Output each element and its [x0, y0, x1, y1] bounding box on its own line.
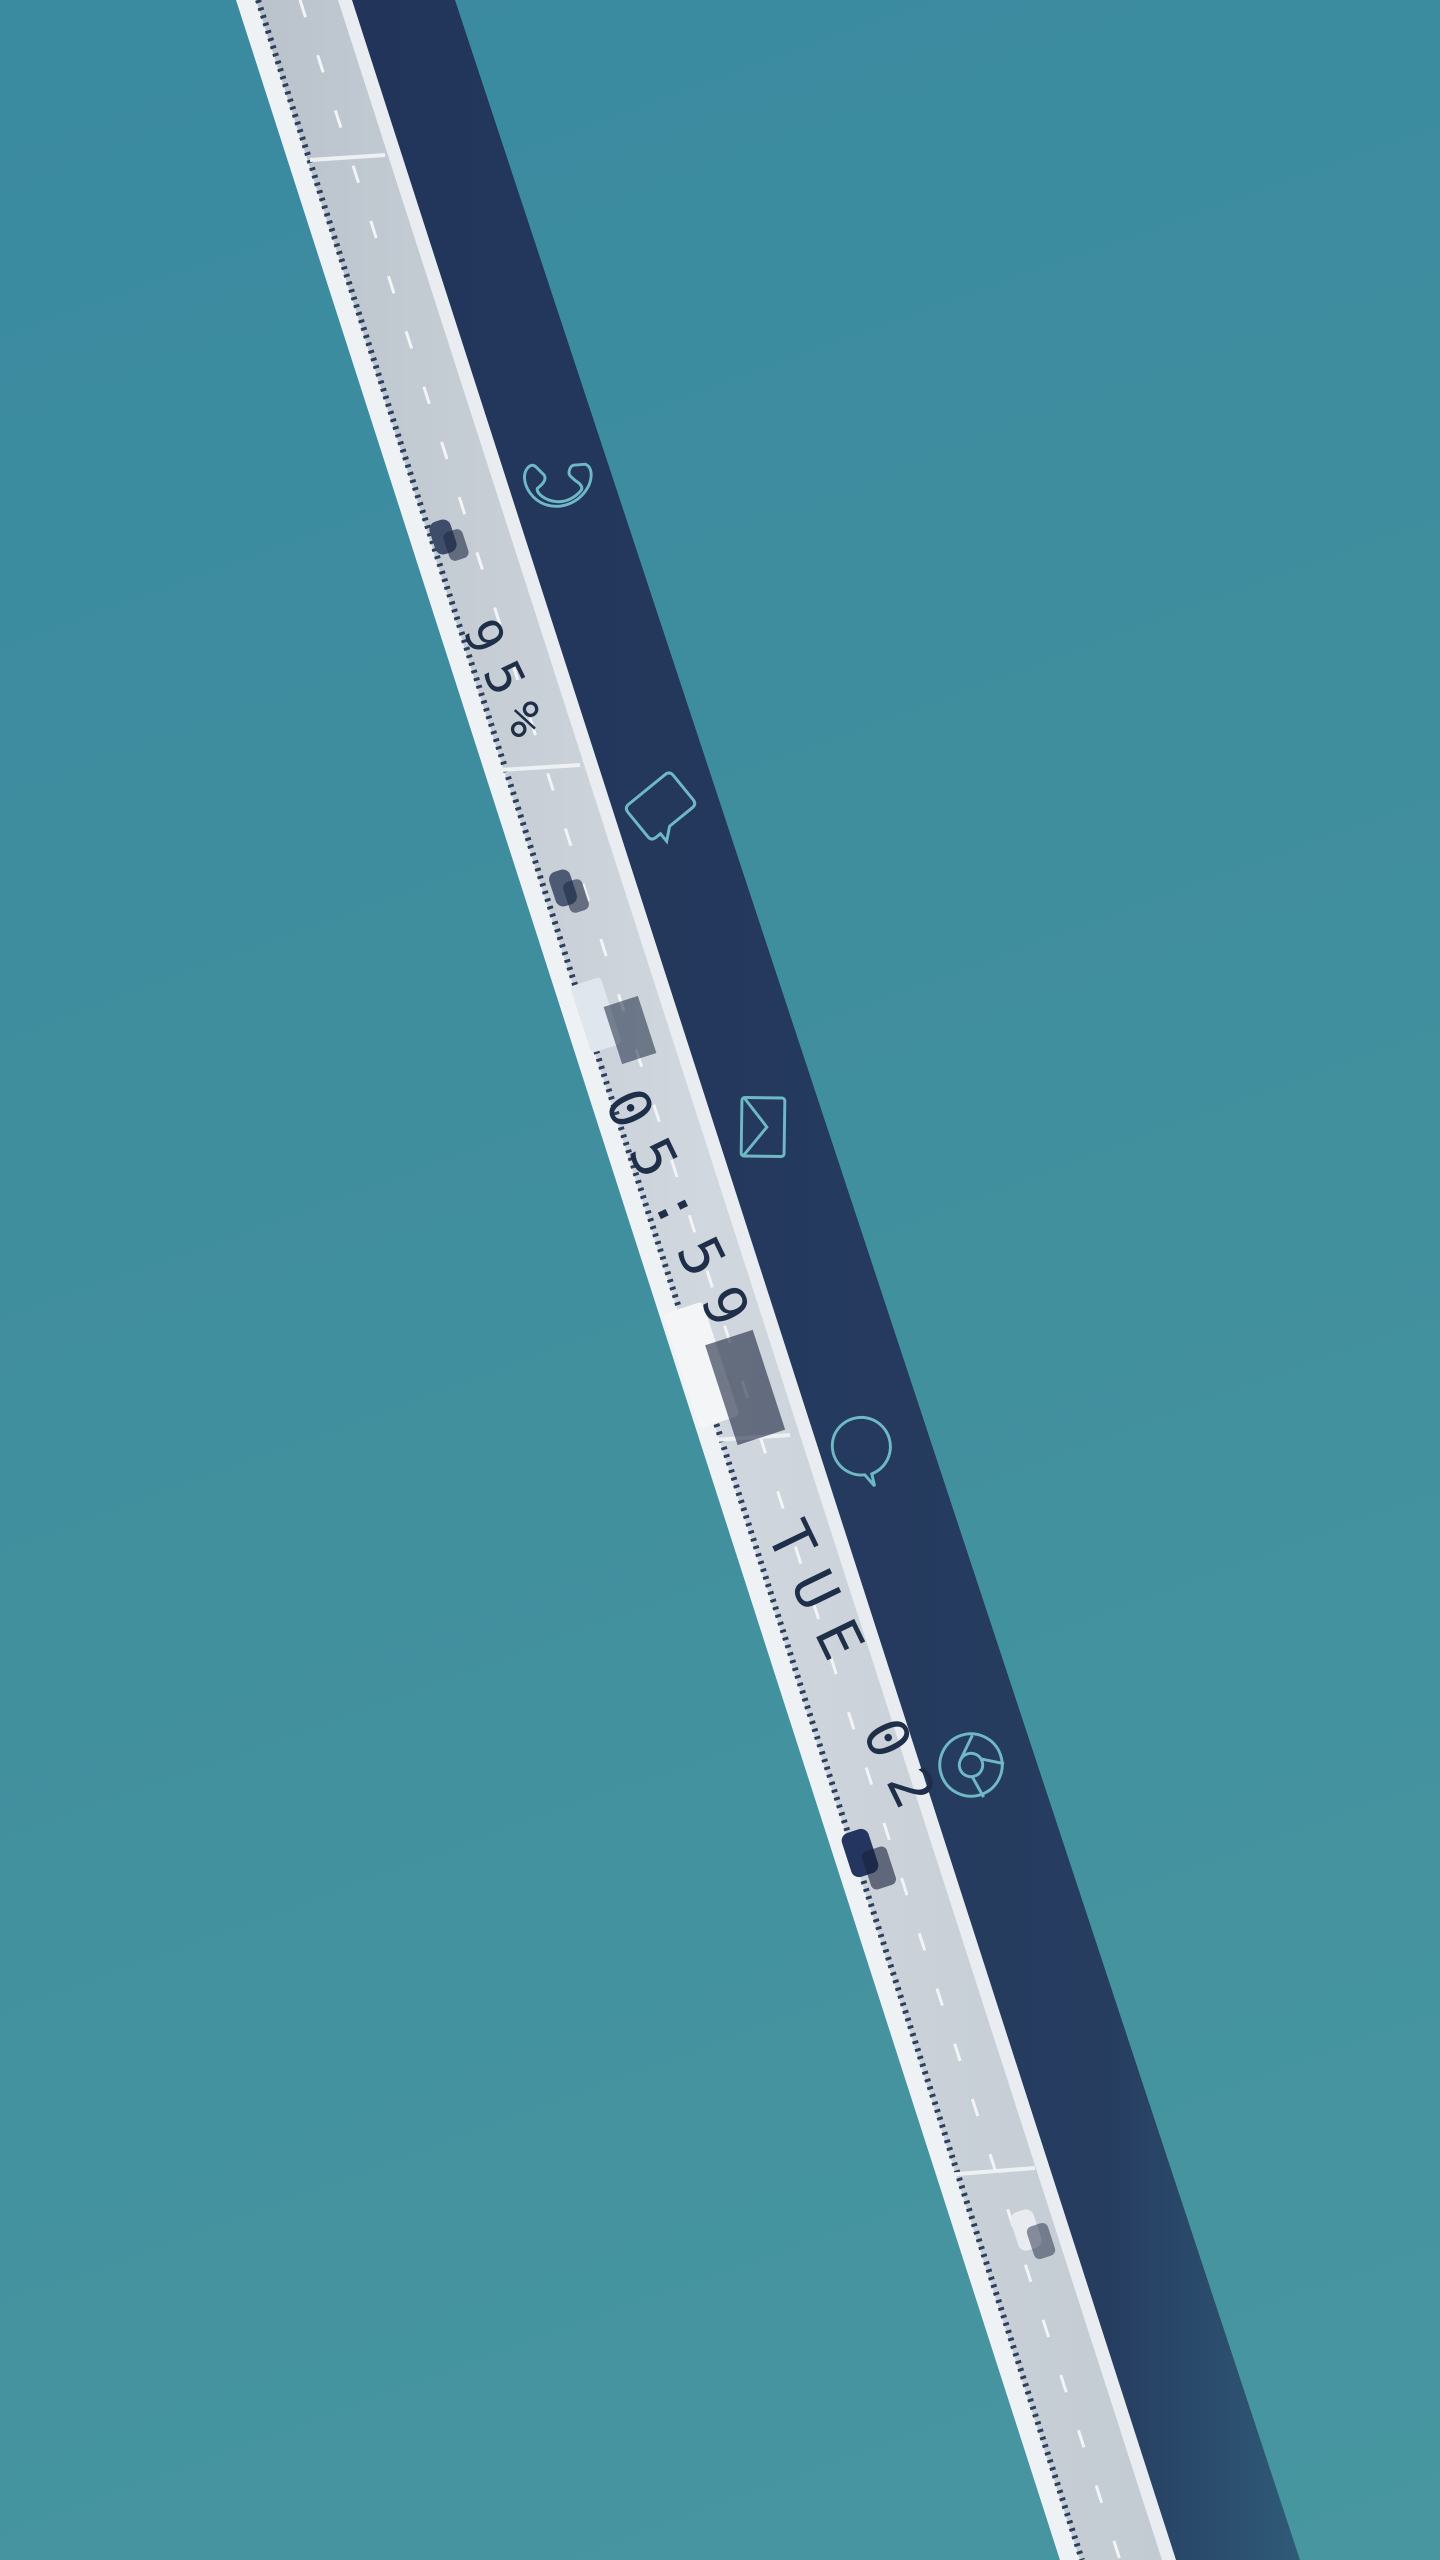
- lock-screen: 95% 05:59 TUE 02: [0, 0, 1440, 2560]
- bridge-shadow: [350, 0, 1300, 2560]
- bridge-edge-right: [338, 0, 1176, 2560]
